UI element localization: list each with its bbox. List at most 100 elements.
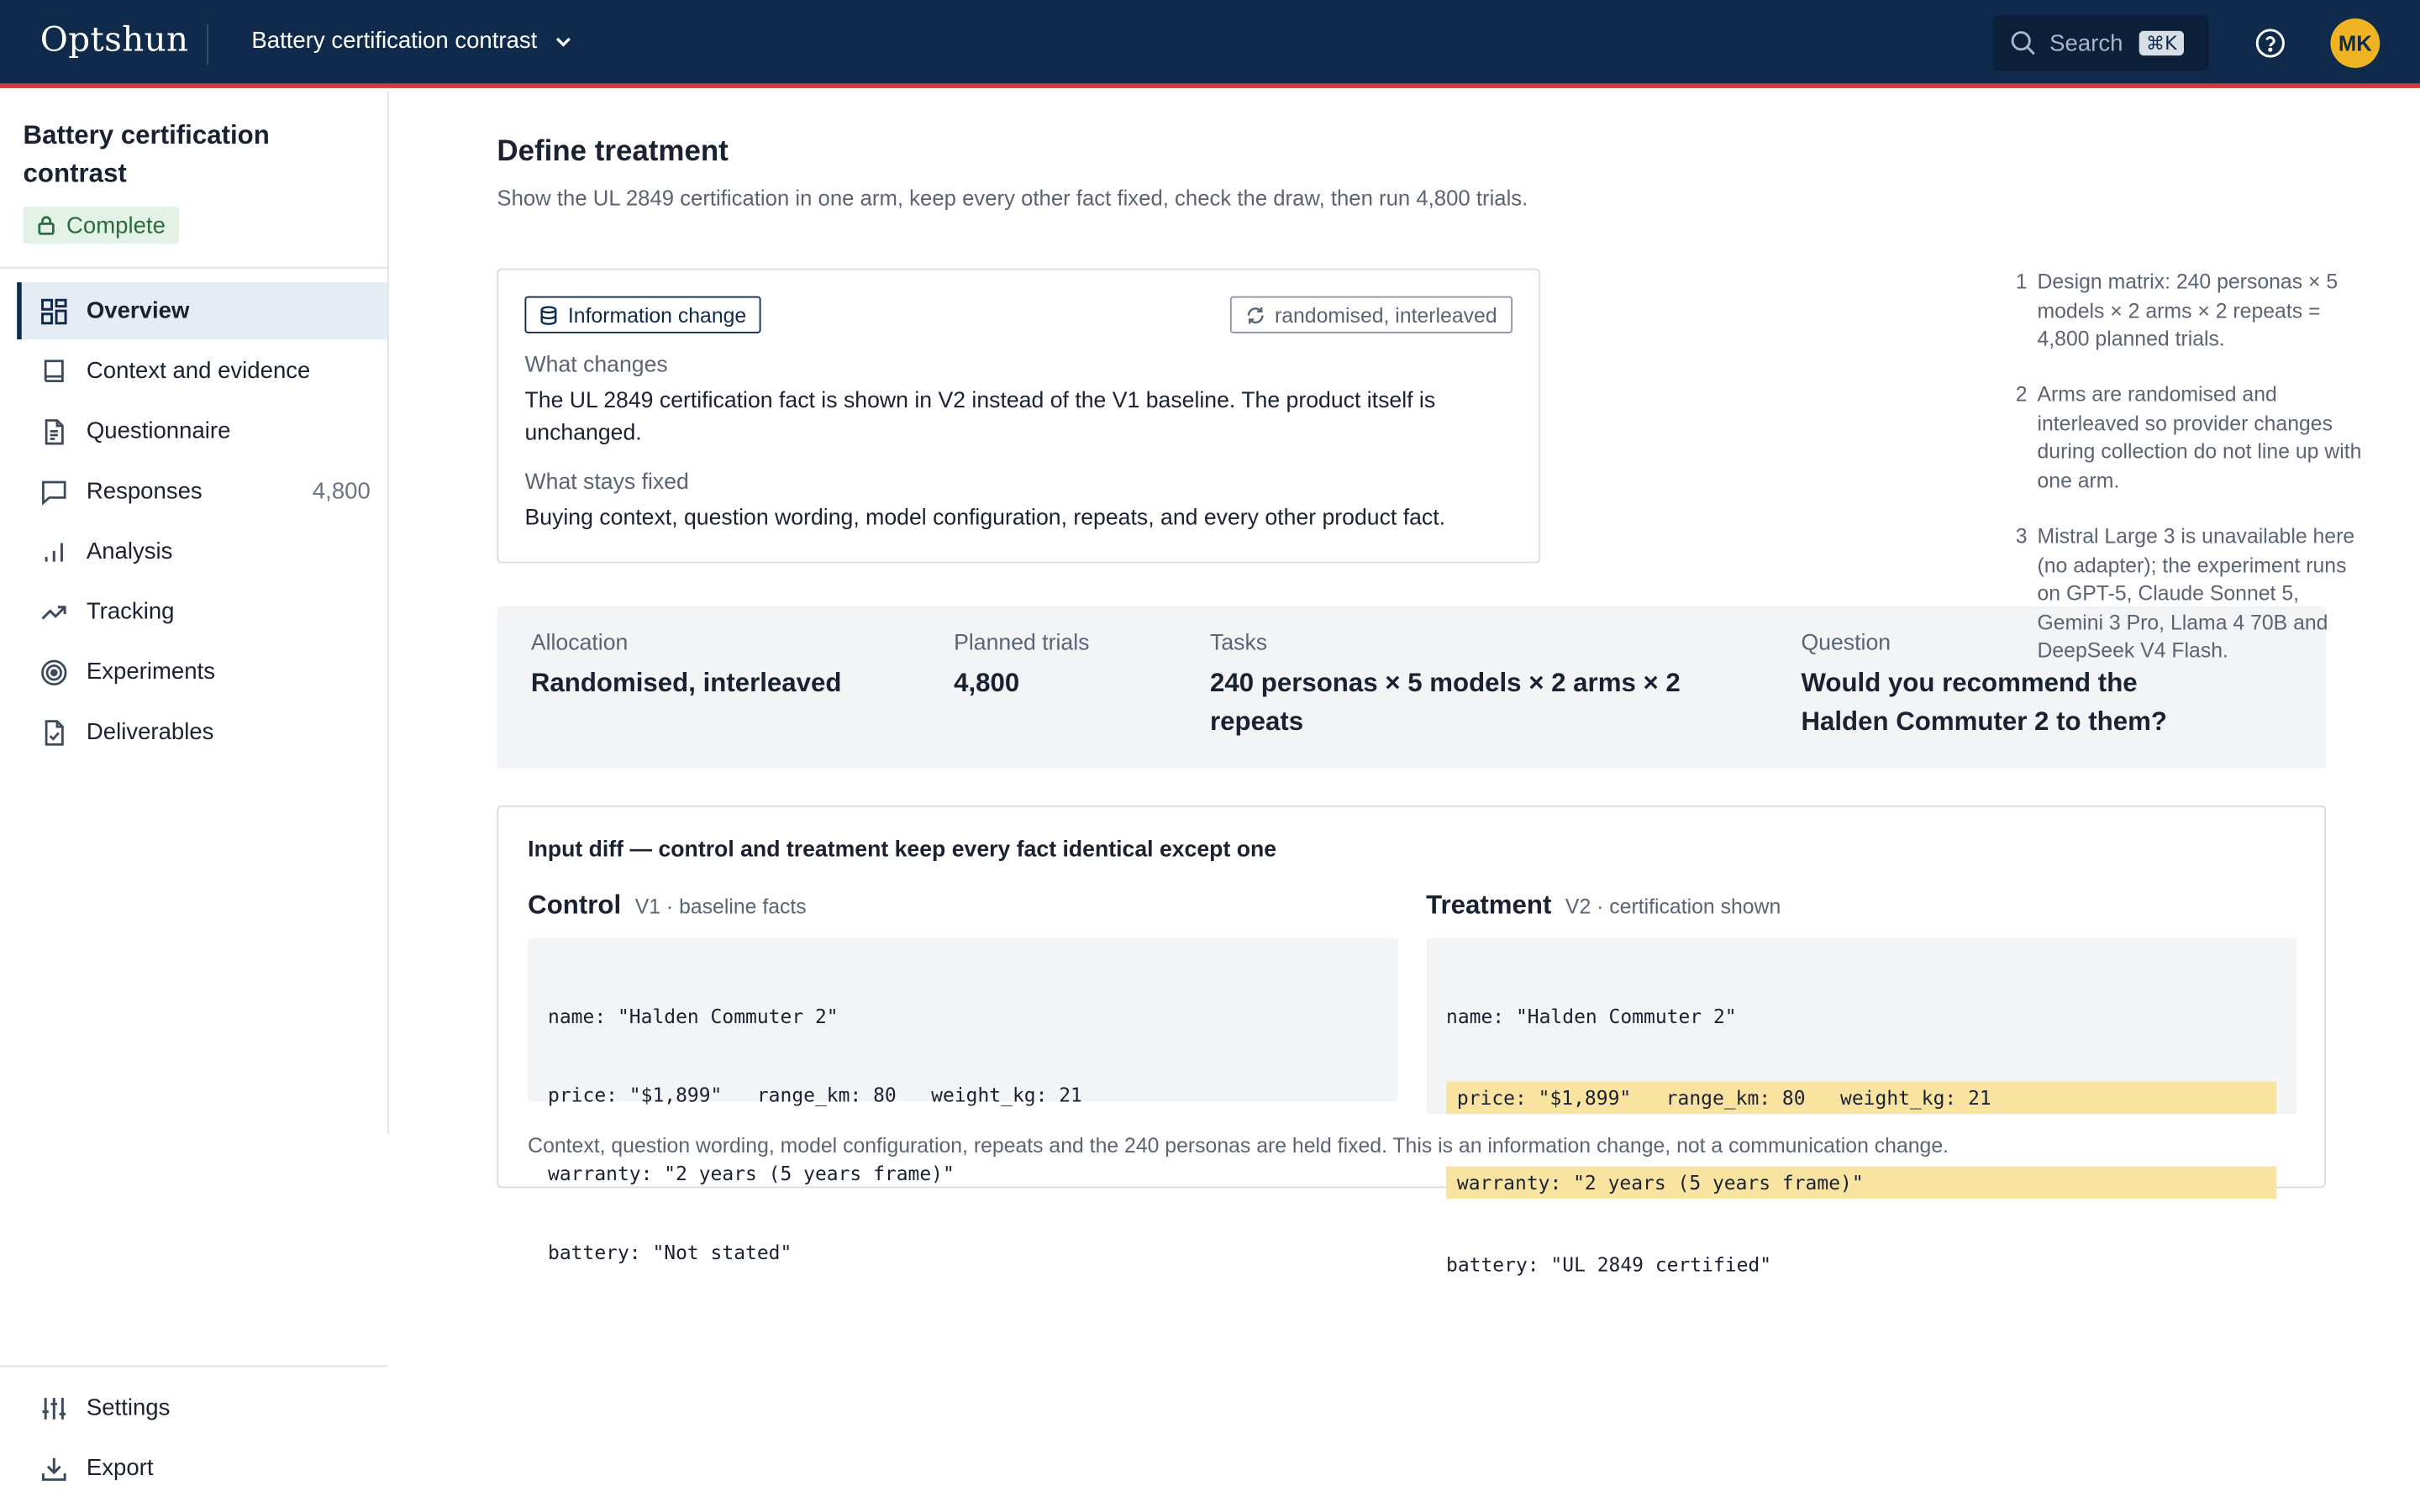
note-item: 1 Design matrix: 240 personas × 5 models… [2007, 269, 2365, 354]
chat-icon [42, 480, 66, 505]
download-icon [41, 1457, 66, 1480]
file-check-icon [45, 719, 64, 745]
code-line: battery: "Not stated" [548, 1240, 792, 1264]
search-label: Search [2049, 29, 2123, 57]
sidebar-item-responses[interactable]: Responses 4,800 [17, 463, 387, 520]
treatment-card: Information change randomised, interleav… [497, 268, 1541, 564]
input-diff-title: Input diff — control and treatment keep … [528, 837, 1277, 863]
allocation-tag-label: randomised, interleaved [1274, 302, 1497, 327]
allocation-tag: randomised, interleaved [1229, 296, 1513, 333]
sidebar-item-label: Experiments [86, 659, 215, 685]
sidebar-item-label: Context and evidence [86, 358, 311, 385]
refresh-icon [1247, 306, 1264, 323]
note-text: Design matrix: 240 personas × 5 models ×… [2037, 270, 2338, 350]
document-icon [45, 418, 64, 444]
sidebar-item-label: Overview [86, 297, 190, 324]
project-title: Battery certification contrast [23, 120, 270, 189]
avatar[interactable]: MK [2330, 18, 2381, 68]
sidebar-item-deliverables[interactable]: Deliverables [17, 704, 387, 761]
sidebar-footer-divider [0, 1365, 388, 1368]
help-icon[interactable] [2254, 26, 2287, 60]
topbar-divider [207, 24, 208, 66]
note-number: 1 [2015, 270, 2028, 293]
note-number: 2 [2015, 382, 2028, 407]
what-changes-label: What changes [524, 353, 668, 379]
note-item: 2 Arms are randomised and interleaved so… [2007, 381, 2365, 496]
information-change-tag[interactable]: Information change [524, 296, 760, 333]
control-name: Control [528, 890, 622, 920]
code-line: name: "Halden Commuter 2" [1446, 1004, 1737, 1028]
status-badge: Complete [23, 207, 180, 244]
input-diff-card: Input diff — control and treatment keep … [497, 805, 2326, 1276]
treatment-code-block: name: "Halden Commuter 2" price: "$1,899… [1426, 937, 2297, 1276]
trend-icon [41, 605, 66, 619]
sidebar-item-overview[interactable]: Overview [17, 282, 388, 340]
responses-count: 4,800 [312, 478, 371, 505]
what-stays-fixed-text: Buying context, question wording, model … [524, 506, 1446, 531]
sidebar-item-label: Export [86, 1455, 154, 1482]
search-button[interactable]: Search ⌘K [1992, 15, 2209, 71]
summary-tasks: Tasks 240 personas × 5 models × 2 arms ×… [1210, 631, 1704, 740]
allocation-value: Randomised, interleaved [530, 668, 842, 698]
tasks-label: Tasks [1210, 631, 1268, 656]
control-code-block: name: "Halden Commuter 2" price: "$1,899… [528, 937, 1399, 1263]
search-shortcut: ⌘K [2138, 30, 2185, 56]
treatment-heading: Treatment V2 · certification shown [1426, 890, 1781, 921]
sidebar-item-label: Questionnaire [86, 417, 231, 444]
sidebar-item-questionnaire[interactable]: Questionnaire [17, 402, 387, 459]
sidebar-item-context[interactable]: Context and evidence [17, 343, 387, 400]
lock-icon [38, 216, 55, 235]
sidebar-item-tracking[interactable]: Tracking [17, 583, 387, 640]
database-icon [540, 305, 557, 324]
what-changes-text: The UL 2849 certification fact is shown … [524, 388, 1436, 446]
tasks-value: 240 personas × 5 models × 2 arms × 2 rep… [1210, 668, 1681, 737]
chevron-down-icon [556, 36, 571, 46]
page-subtitle: Show the UL 2849 certification in one ar… [497, 185, 1528, 210]
code-line: warranty: "2 years (5 years frame)" [548, 1162, 955, 1185]
code-line: battery: "UL 2849 certified" [1446, 1252, 1772, 1276]
sidebar-item-label: Deliverables [86, 718, 214, 746]
control-subtitle: V1 · baseline facts [634, 895, 807, 918]
page-title: Define treatment [497, 135, 729, 169]
sidebar-item-experiments[interactable]: Experiments [17, 643, 387, 701]
allocation-label: Allocation [530, 631, 629, 656]
information-change-label: Information change [567, 302, 747, 327]
grid-icon [41, 297, 67, 324]
sidebar-item-label: Tracking [86, 598, 175, 625]
brand-logo[interactable]: Optshun [40, 22, 189, 60]
sidebar-divider [0, 266, 388, 269]
note-text: Mistral Large 3 is unavailable here (no … [2037, 524, 2355, 662]
summary-trials: Planned trials 4,800 [954, 631, 1186, 701]
sidebar-border [387, 92, 389, 1135]
highlighted-code-line: price: "$1,899" range_km: 80 weight_kg: … [1446, 1081, 2277, 1115]
note-number: 3 [2015, 524, 2028, 549]
code-line: price: "$1,899" range_km: 80 weight_kg: … [548, 1083, 1082, 1106]
note-text: Arms are randomised and interleaved so p… [2037, 382, 2362, 492]
status-label: Complete [66, 212, 166, 239]
sidebar-item-label: Settings [86, 1394, 171, 1421]
sidebar-item-label: Responses [86, 478, 203, 505]
control-heading: Control V1 · baseline facts [528, 890, 807, 921]
planned-trials-label: Planned trials [954, 631, 1090, 656]
sidebar-item-label: Analysis [86, 538, 173, 565]
project-switcher-label: Battery certification contrast [251, 28, 538, 55]
sidebar-item-export[interactable]: Export [17, 1440, 387, 1497]
highlighted-code-line: warranty: "2 years (5 years frame)" [1446, 1166, 2277, 1200]
top-bar: Optshun Battery certification contrast S… [0, 0, 2420, 88]
code-line: name: "Halden Commuter 2" [548, 1004, 839, 1028]
sidebar-item-analysis[interactable]: Analysis [17, 523, 387, 580]
planned-trials-value: 4,800 [954, 668, 1020, 698]
sliders-icon [42, 1397, 66, 1419]
project-switcher[interactable]: Battery certification contrast [251, 28, 574, 54]
book-icon [44, 359, 64, 382]
what-stays-fixed-label: What stays fixed [524, 470, 689, 496]
sidebar-item-settings[interactable]: Settings [17, 1379, 387, 1436]
note-item: 3 Mistral Large 3 is unavailable here (n… [2007, 523, 2365, 666]
search-icon [2011, 31, 2035, 55]
treatment-subtitle: V2 · certification shown [1565, 895, 1781, 918]
treatment-name: Treatment [1426, 890, 1552, 920]
bar-chart-icon [45, 542, 63, 561]
summary-allocation: Allocation Randomised, interleaved [531, 631, 917, 701]
input-diff-footer: Context, question wording, model configu… [528, 1134, 1949, 1158]
target-icon [41, 659, 67, 685]
